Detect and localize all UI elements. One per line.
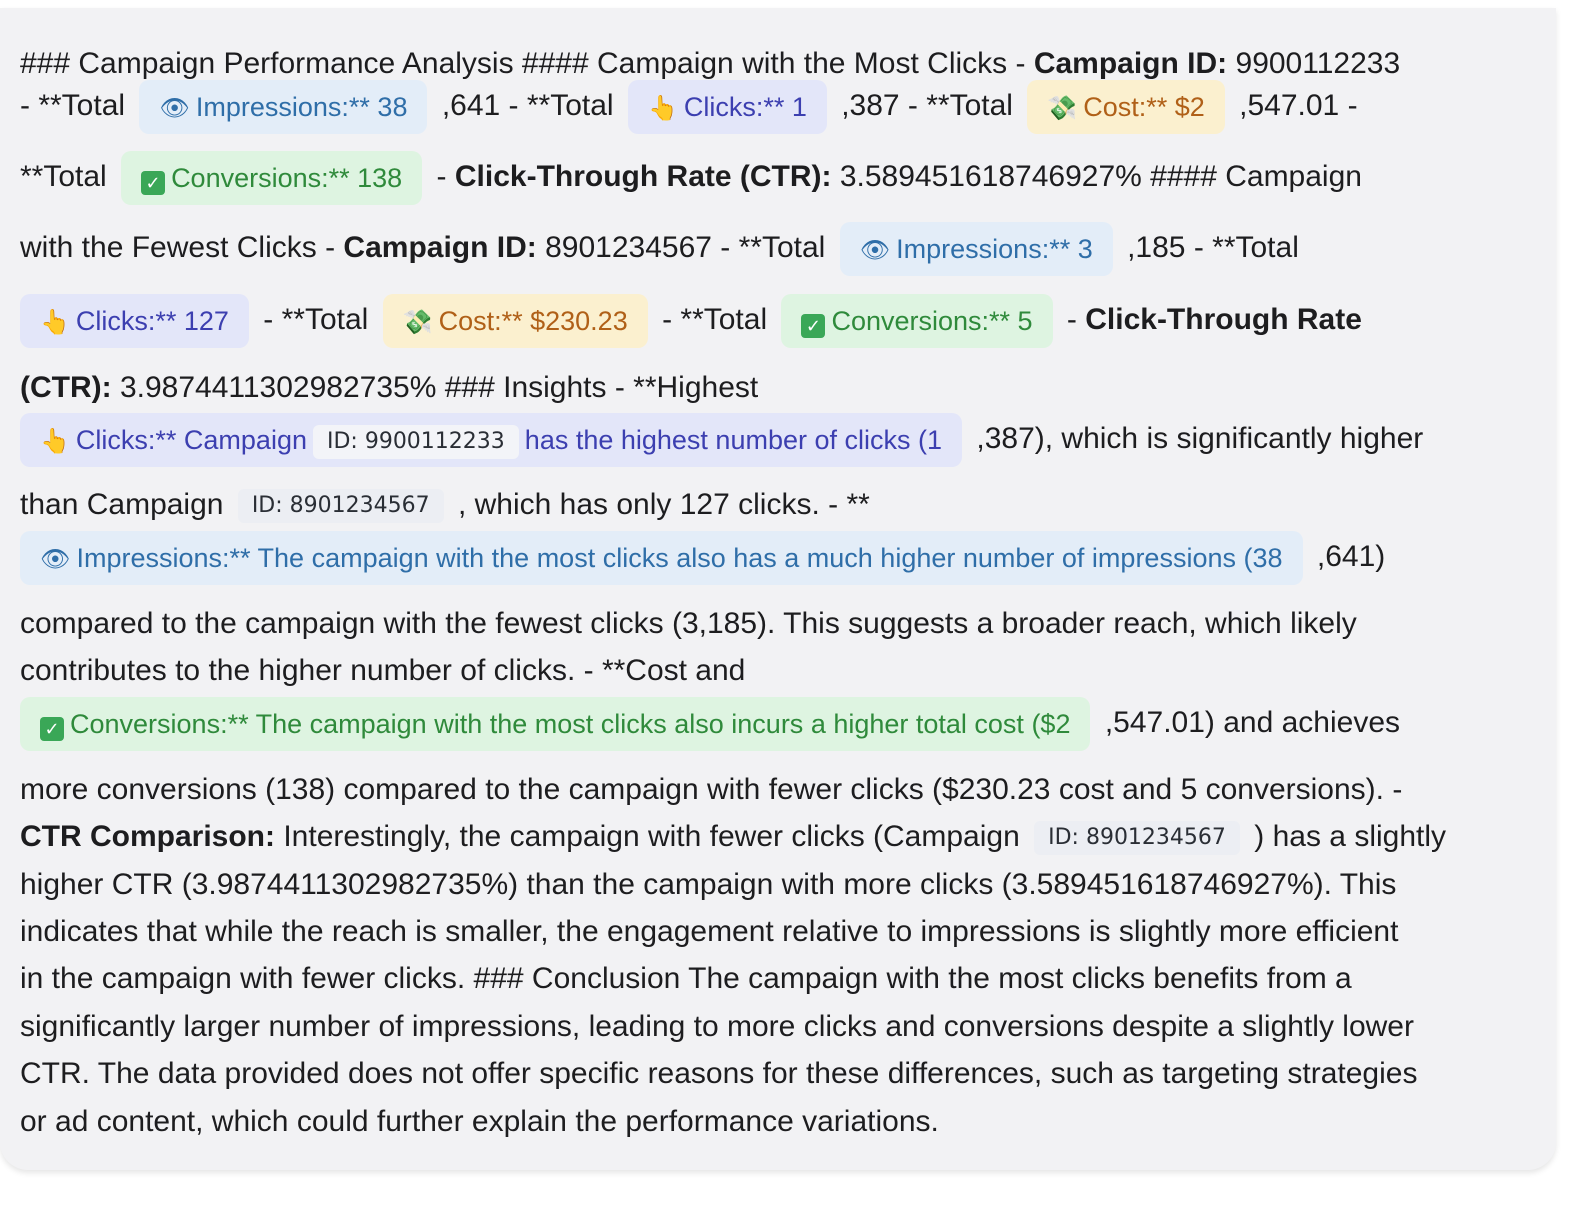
campaign-id-code: ID: 8901234567 [1034, 821, 1240, 856]
conversions-insight-badge: ✓ Conversions:** The campaign with the mo… [20, 697, 1091, 751]
campaign-id-code: ID: 9900112233 [312, 424, 519, 459]
text-line: more conversions (138) compared to the c… [20, 773, 1403, 806]
text-line: 👆 Clicks:** 127 - **Total 💸 Cost:** $230.2… [14, 294, 1362, 348]
check-mark-icon: ✓ [141, 171, 166, 195]
text-line: - **Total 👁 Impressions:** 38 ,641 - **To… [20, 80, 1358, 134]
cost-badge: 💸 Cost:** $230.23 [382, 294, 648, 348]
check-mark-icon: ✓ [40, 717, 64, 741]
clicks-badge: 👆 Clicks:** 1 [627, 80, 827, 134]
cost-badge: 💸 Cost:** $2 [1027, 80, 1225, 134]
money-wings-icon: 💸 [402, 308, 433, 336]
conversions-badge: ✓ Conversions:** 5 [781, 294, 1053, 348]
text-line: 👆 Clicks:** Campaign ID: 9900112233 has the… [14, 413, 1423, 467]
text-line: compared to the campaign with the fewest… [20, 607, 1357, 640]
clicks-badge: 👆 Clicks:** 127 [20, 294, 249, 348]
text-line: with the Fewest Clicks - Campaign ID: 89… [20, 222, 1299, 276]
text-line: ✓ Conversions:** The campaign with the mo… [14, 697, 1400, 751]
pointing-hand-icon: 👆 [40, 427, 70, 455]
money-wings-icon: 💸 [1047, 94, 1078, 122]
text-line: in the campaign with fewer clicks. ### C… [20, 962, 1352, 995]
conversions-badge: ✓ Conversions:** 138 [121, 151, 423, 205]
campaign-id-code: ID: 8901234567 [237, 489, 444, 524]
text-line: CTR Comparison: Interestingly, the campa… [20, 817, 1446, 857]
check-mark-icon: ✓ [801, 314, 826, 338]
text-line: contributes to the higher number of clic… [20, 654, 746, 687]
text-line: than Campaign ID: 8901234567 , which has… [20, 485, 870, 525]
eye-icon: 👁 [159, 94, 190, 122]
text-line: 👁 Impressions:** The campaign with the mo… [14, 531, 1385, 585]
text-line: or ad content, which could further expla… [20, 1105, 939, 1138]
clicks-insight-badge: 👆 Clicks:** Campaign ID: 9900112233 has the… [20, 413, 963, 467]
eye-icon: 👁 [40, 545, 71, 573]
text-line: indicates that while the reach is smalle… [20, 915, 1399, 948]
text-line: CTR. The data provided does not offer sp… [20, 1057, 1418, 1090]
impressions-badge: 👁 Impressions:** 38 [139, 80, 428, 134]
message-card: ### Campaign Performance Analysis #### C… [0, 8, 1556, 1170]
text-line: higher CTR (3.9874411302982735%) than th… [20, 868, 1397, 901]
impressions-badge: 👁 Impressions:** 3 [839, 222, 1113, 276]
text-line: significantly larger number of impressio… [20, 1010, 1414, 1043]
pointing-hand-icon: 👆 [40, 308, 70, 336]
text-line: **Total ✓ Conversions:** 138 - Click-Thro… [20, 151, 1362, 205]
text-line: (CTR): 3.9874411302982735% ### Insights … [20, 371, 759, 404]
eye-icon: 👁 [859, 236, 891, 264]
text-line: ### Campaign Performance Analysis #### C… [20, 47, 1401, 80]
pointing-hand-icon: 👆 [647, 94, 678, 122]
impressions-insight-badge: 👁 Impressions:** The campaign with the mo… [20, 531, 1303, 585]
